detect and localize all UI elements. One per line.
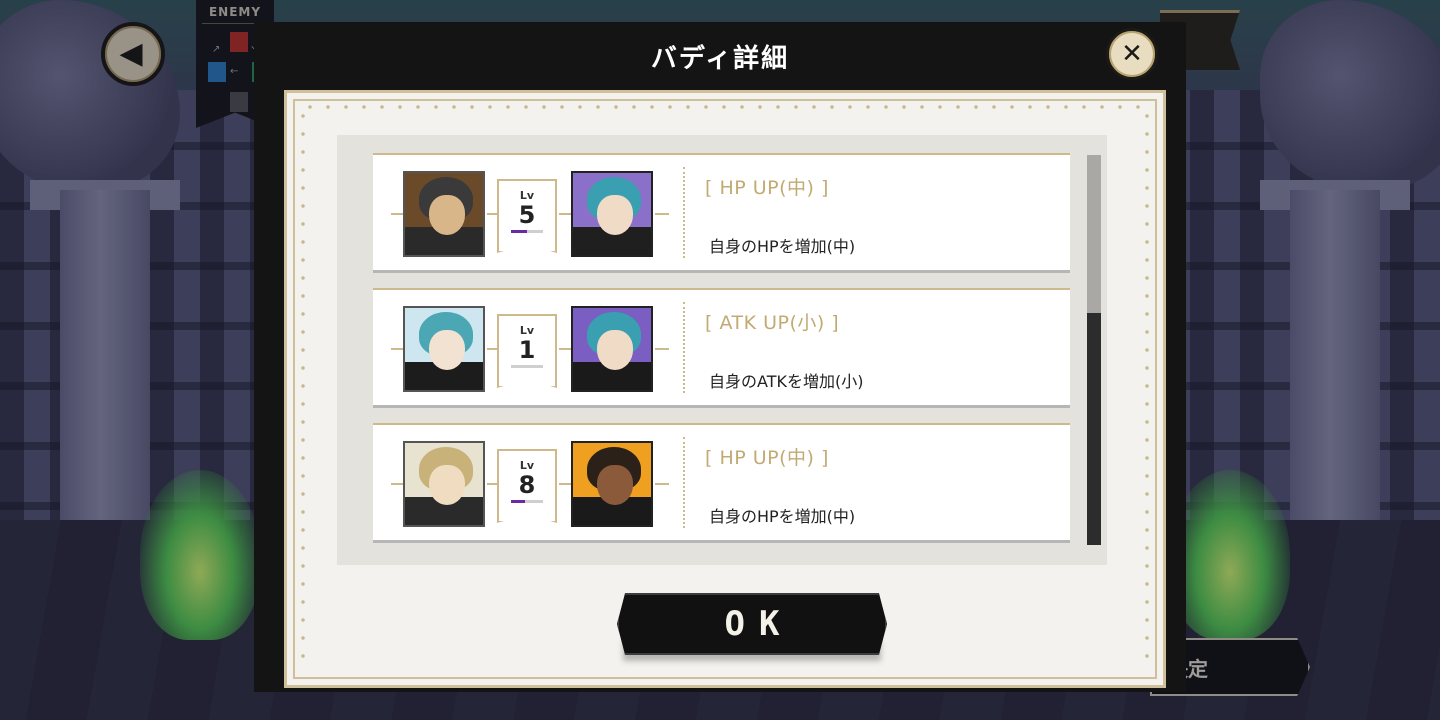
level-value: 1 bbox=[518, 336, 536, 364]
decorative-line bbox=[655, 483, 669, 485]
card-divider bbox=[683, 302, 685, 393]
character-art bbox=[573, 308, 651, 390]
character-art bbox=[405, 443, 483, 525]
decorative-line bbox=[655, 213, 669, 215]
character-art bbox=[405, 173, 483, 255]
character-face bbox=[597, 195, 633, 235]
decorative-line bbox=[487, 348, 497, 350]
buddy-character-portrait[interactable] bbox=[571, 171, 653, 257]
buddy-level-badge: Lv 1 bbox=[497, 314, 557, 388]
decorative-line bbox=[391, 213, 403, 215]
character-face bbox=[429, 330, 465, 370]
buddy-detail-modal: バディ詳細 ✕ Lv 5 [HP UP(中)] 自身のHPを増加(中) Lv… bbox=[254, 22, 1186, 692]
decorative-dots bbox=[1145, 107, 1149, 671]
character-art bbox=[573, 443, 651, 525]
buddy-card: Lv 5 [ HP UP(中) ] 自身のHPを増加(中) bbox=[373, 153, 1070, 273]
level-value: 5 bbox=[518, 201, 536, 229]
close-button[interactable]: ✕ bbox=[1106, 28, 1158, 80]
level-progress-fill bbox=[511, 230, 527, 233]
level-progress-bar bbox=[511, 365, 543, 368]
decorative-line bbox=[655, 348, 669, 350]
list-scrollbar[interactable] bbox=[1087, 155, 1101, 545]
buddy-list[interactable]: Lv 5 [ HP UP(中) ] 自身のHPを増加(中) Lv 1 [ATK… bbox=[337, 135, 1107, 565]
buddy-skill-description: 自身のHPを増加(中) bbox=[709, 237, 856, 256]
card-divider bbox=[683, 167, 685, 258]
buddy-character-portrait[interactable] bbox=[571, 306, 653, 392]
level-progress-bar bbox=[511, 230, 543, 233]
buddy-skill-name: [ HP UP(中) ] bbox=[705, 447, 829, 469]
decorative-line bbox=[391, 348, 403, 350]
character-face bbox=[597, 465, 633, 505]
buddy-card: Lv 1 [ ATK UP(小) ] 自身のATKを増加(小) bbox=[373, 288, 1070, 408]
scrollbar-thumb[interactable] bbox=[1087, 313, 1101, 545]
main-character-portrait[interactable] bbox=[403, 441, 485, 527]
buddy-skill-description: 自身のATKを増加(小) bbox=[709, 372, 864, 391]
card-divider bbox=[683, 437, 685, 528]
character-face bbox=[429, 195, 465, 235]
character-face bbox=[597, 330, 633, 370]
decorative-line bbox=[487, 483, 497, 485]
decorative-line bbox=[559, 348, 571, 350]
decorative-dots bbox=[301, 105, 1149, 109]
level-value: 8 bbox=[518, 471, 536, 499]
decorative-line bbox=[559, 483, 571, 485]
modal-body: Lv 5 [ HP UP(中) ] 自身のHPを増加(中) Lv 1 [ATK… bbox=[284, 90, 1166, 688]
character-art bbox=[573, 173, 651, 255]
buddy-skill-name: [ HP UP(中) ] bbox=[705, 177, 829, 199]
decorative-line bbox=[487, 213, 497, 215]
close-icon: ✕ bbox=[1121, 39, 1143, 69]
main-character-portrait[interactable] bbox=[403, 171, 485, 257]
decorative-line bbox=[559, 213, 571, 215]
buddy-skill-name: [ ATK UP(小) ] bbox=[705, 312, 840, 334]
character-art bbox=[405, 308, 483, 390]
decorative-line bbox=[391, 483, 403, 485]
main-character-portrait[interactable] bbox=[403, 306, 485, 392]
buddy-skill-description: 自身のHPを増加(中) bbox=[709, 507, 856, 526]
character-face bbox=[429, 465, 465, 505]
buddy-level-badge: Lv 5 bbox=[497, 179, 557, 253]
decorative-dots bbox=[301, 107, 305, 671]
level-progress-fill bbox=[511, 500, 526, 503]
modal-title: バディ詳細 bbox=[650, 43, 790, 74]
level-progress-bar bbox=[511, 500, 543, 503]
ok-button[interactable]: OK bbox=[617, 593, 887, 655]
buddy-card: Lv 8 [ HP UP(中) ] 自身のHPを増加(中) bbox=[373, 423, 1070, 543]
ok-button-label: OK bbox=[724, 604, 794, 644]
buddy-character-portrait[interactable] bbox=[571, 441, 653, 527]
buddy-level-badge: Lv 8 bbox=[497, 449, 557, 523]
